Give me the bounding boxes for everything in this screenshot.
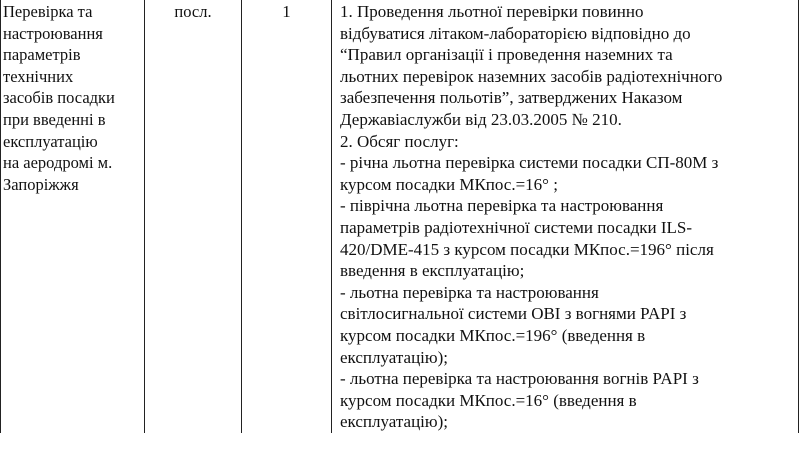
description-line: 1. Проведення льотної перевірки повинно bbox=[340, 2, 644, 21]
description-line: курсом посадки МКпос.=16° (введення в bbox=[340, 390, 637, 410]
description-line: - льотна перевірка та настроювання вогні… bbox=[340, 369, 699, 389]
description-line: Державіаслужби від 23.03.2005 № 210. bbox=[340, 109, 622, 129]
quantity-text: 1 bbox=[282, 2, 291, 21]
description-cell: 1. Проведення льотної перевірки повинно … bbox=[331, 0, 799, 433]
service-name-cell: Перевірка та настроювання параметрів тех… bbox=[0, 0, 145, 433]
unit-text: посл. bbox=[174, 2, 212, 21]
table-row: Перевірка та настроювання параметрів тех… bbox=[0, 0, 799, 433]
description-line: експлуатацію); bbox=[340, 412, 448, 432]
description-line: 2. Обсяг послуг: bbox=[340, 131, 459, 151]
description-line: 420/DME-415 з курсом посадки МКпос.=196°… bbox=[340, 239, 714, 259]
description-line: експлуатацію); bbox=[340, 347, 448, 367]
service-name-text: Перевірка та настроювання параметрів тех… bbox=[3, 2, 115, 194]
description-line: - піврічна льотна перевірка та настроюва… bbox=[340, 196, 664, 216]
unit-cell: посл. bbox=[144, 0, 242, 433]
description-line: введення в експлуатацію; bbox=[340, 261, 525, 281]
description-line: - річна льотна перевірка системи посадки… bbox=[340, 153, 719, 173]
description-line: параметрів радіотехнічної системи посадк… bbox=[340, 217, 693, 237]
description-line: - льотна перевірка та настроювання bbox=[340, 282, 599, 302]
services-table: Перевірка та настроювання параметрів тех… bbox=[0, 0, 799, 433]
description-line: “Правил організації і проведення наземни… bbox=[340, 45, 673, 65]
description-text: 1. Проведення льотної перевірки повинно … bbox=[332, 0, 798, 433]
description-line: курсом посадки МКпос.=196° (введення в bbox=[340, 325, 646, 345]
document-page: { "row": { "service_name": "Перевірка та… bbox=[0, 0, 800, 460]
description-line: світлосигнальної системи OBI з вогнями P… bbox=[340, 304, 687, 324]
description-line: льотних перевірок наземних засобів радіо… bbox=[340, 66, 723, 86]
description-line: курсом посадки МКпос.=16° ; bbox=[340, 174, 558, 194]
description-line: забезпечення польотів”, затверджених Нак… bbox=[340, 88, 683, 108]
quantity-cell: 1 bbox=[241, 0, 332, 433]
description-line: відбуватися літаком-лабораторією відпові… bbox=[340, 23, 691, 43]
